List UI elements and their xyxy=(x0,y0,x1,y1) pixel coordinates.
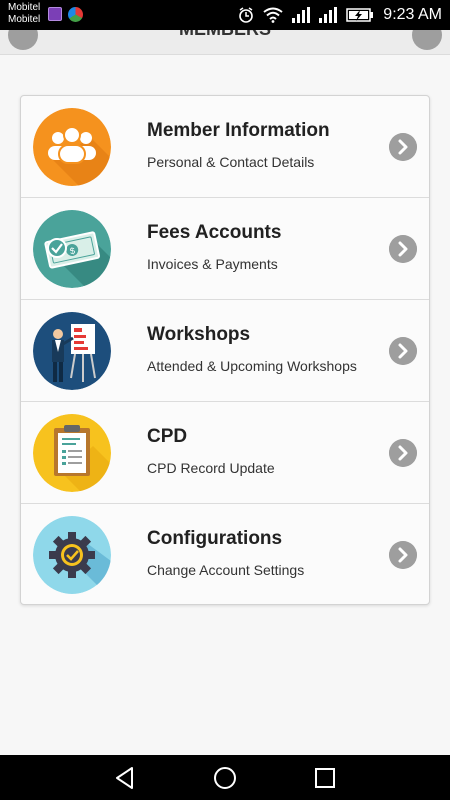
menu-item-subtitle: Attended & Upcoming Workshops xyxy=(147,358,357,374)
clipboard-icon xyxy=(33,414,111,492)
page-title: MEMBERS xyxy=(0,30,450,40)
carrier-line-1: Mobitel xyxy=(8,2,41,13)
gear-icon xyxy=(33,516,111,594)
chevron-right-icon[interactable] xyxy=(389,541,417,569)
battery-icon xyxy=(346,8,374,22)
alarm-icon xyxy=(239,7,254,23)
recent-apps-icon[interactable] xyxy=(312,765,338,791)
status-indicators: 9:23 AM xyxy=(238,5,442,25)
play-store-notification-icon xyxy=(68,7,83,22)
menu-item-title: Member Information xyxy=(147,120,330,141)
signal-icon xyxy=(319,7,338,23)
chevron-right-icon[interactable] xyxy=(389,439,417,467)
menu-item-subtitle: Personal & Contact Details xyxy=(147,154,315,170)
money-icon: $ xyxy=(33,210,111,288)
menu-item-member-information[interactable]: Member Information Personal & Contact De… xyxy=(21,96,429,198)
members-icon xyxy=(33,108,111,186)
home-icon[interactable] xyxy=(212,765,238,791)
menu-item-title: Fees Accounts xyxy=(147,222,282,243)
menu-item-subtitle: Change Account Settings xyxy=(147,562,305,578)
chevron-right-icon[interactable] xyxy=(389,133,417,161)
power-button[interactable] xyxy=(412,30,442,50)
menu-item-title: Configurations xyxy=(147,528,283,549)
menu-item-title: CPD xyxy=(147,426,188,447)
menu-item-subtitle: CPD Record Update xyxy=(147,460,275,476)
members-menu: Member Information Personal & Contact De… xyxy=(20,95,430,605)
chevron-right-icon[interactable] xyxy=(389,337,417,365)
signal-icon xyxy=(292,7,311,23)
app-bar: MEMBERS xyxy=(0,30,450,55)
chevron-right-icon[interactable] xyxy=(389,235,417,263)
menu-item-title: Workshops xyxy=(147,324,251,345)
status-time: 9:23 AM xyxy=(383,6,442,23)
menu-item-cpd[interactable]: CPD CPD Record Update xyxy=(21,402,429,504)
menu-item-configurations[interactable]: Configurations Change Account Settings xyxy=(21,504,429,606)
back-icon[interactable] xyxy=(112,765,138,791)
menu-item-workshops[interactable]: Workshops Attended & Upcoming Workshops xyxy=(21,300,429,402)
wifi-icon xyxy=(263,7,283,23)
status-bar: Mobitel Mobitel 9:23 AM xyxy=(0,0,450,30)
gallery-notification-icon xyxy=(48,7,62,21)
navigation-bar xyxy=(0,755,450,800)
menu-item-fees-accounts[interactable]: $ Fees Accounts Invoices & Payments xyxy=(21,198,429,300)
carrier-line-2: Mobitel xyxy=(8,14,41,25)
notification-icons xyxy=(48,7,83,22)
carrier-labels: Mobitel Mobitel xyxy=(8,2,40,26)
presentation-icon xyxy=(33,312,111,390)
menu-item-subtitle: Invoices & Payments xyxy=(147,256,278,272)
